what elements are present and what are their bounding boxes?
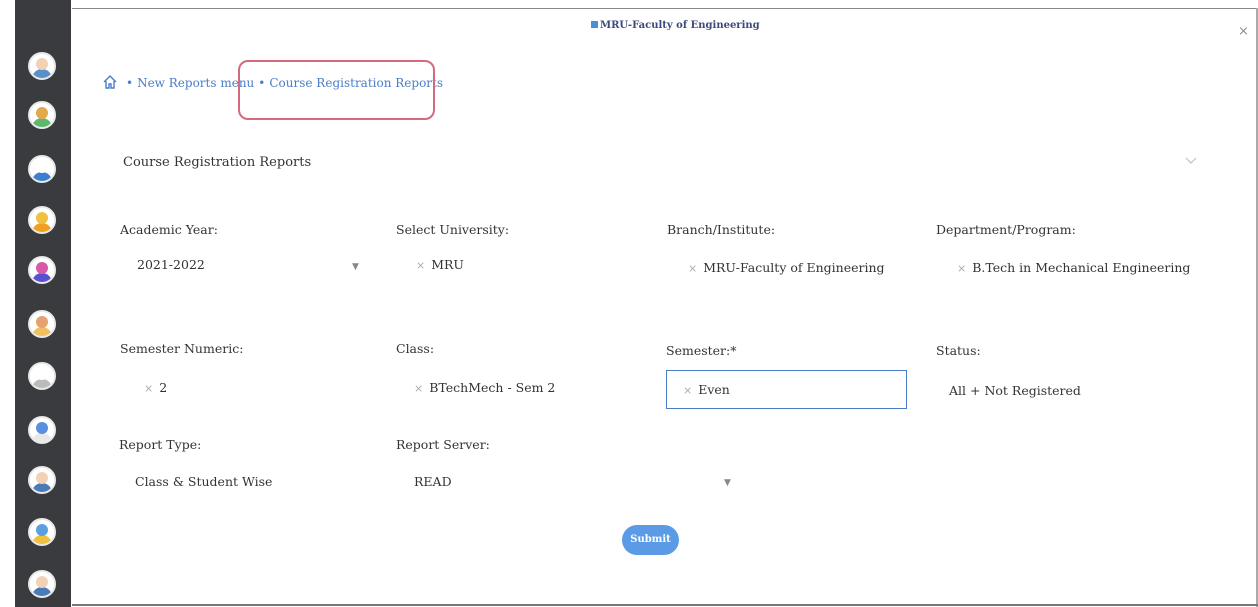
avatar-icon[interactable]: [28, 310, 56, 338]
submit-button[interactable]: Submit: [622, 525, 679, 555]
avatar-body: [32, 172, 52, 181]
breadcrumb-new-reports-menu[interactable]: New Reports menu: [137, 76, 254, 90]
clear-icon[interactable]: ×: [144, 382, 153, 395]
avatar-icon[interactable]: [28, 570, 56, 598]
avatar-icon[interactable]: [28, 52, 56, 80]
avatar-body: [32, 273, 52, 282]
status-label: Status:: [936, 343, 981, 358]
highlight-annotation: [238, 60, 435, 120]
department-program-label: Department/Program:: [936, 222, 1076, 237]
semester-select[interactable]: × Even: [666, 370, 907, 409]
clear-icon[interactable]: ×: [683, 384, 692, 397]
avatar-body: [32, 587, 52, 596]
avatar-icon[interactable]: [28, 518, 56, 546]
chevron-down-icon[interactable]: [1183, 152, 1199, 168]
chevron-down-icon[interactable]: ▼: [352, 262, 359, 272]
academic-year-select[interactable]: 2021-2022: [137, 250, 205, 280]
avatar-face: [36, 212, 48, 224]
department-program-select[interactable]: × B.Tech in Mechanical Engineering: [957, 253, 1190, 283]
home-icon[interactable]: [102, 74, 118, 90]
semester-label: Semester:*: [666, 343, 737, 358]
clear-icon[interactable]: ×: [957, 262, 966, 275]
status-select[interactable]: All + Not Registered: [949, 376, 1081, 406]
avatar-icon[interactable]: [28, 416, 56, 444]
breadcrumb-separator: •: [126, 76, 134, 90]
avatar-face: [36, 524, 48, 536]
window-dot: ·: [752, 20, 756, 31]
close-icon[interactable]: ×: [1238, 24, 1249, 39]
avatar-icon[interactable]: [28, 256, 56, 284]
sidebar: [15, 0, 71, 607]
app-icon: [591, 21, 598, 28]
academic-year-label: Academic Year:: [120, 222, 218, 237]
branch-institute-select[interactable]: × MRU-Faculty of Engineering: [688, 253, 885, 283]
avatar-icon[interactable]: [28, 101, 56, 129]
report-type-select[interactable]: Class & Student Wise: [135, 467, 272, 497]
clear-icon[interactable]: ×: [416, 259, 425, 272]
avatar-icon[interactable]: [28, 362, 56, 390]
avatar-body: [32, 483, 52, 492]
chevron-down-icon[interactable]: ▼: [724, 478, 731, 488]
report-server-label: Report Server:: [396, 437, 490, 452]
avatar-body: [32, 118, 52, 127]
avatar-face: [36, 472, 48, 484]
avatar-face: [36, 107, 48, 119]
window-top-border: [72, 8, 1258, 9]
clear-icon[interactable]: ×: [688, 262, 697, 275]
avatar-body: [32, 433, 52, 442]
avatar-face: [36, 262, 48, 274]
report-server-select[interactable]: READ: [414, 467, 452, 497]
avatar-body: [32, 223, 52, 232]
avatar-face: [36, 161, 48, 173]
avatar-face: [36, 422, 48, 434]
report-type-label: Report Type:: [119, 437, 202, 452]
window-bottom-border: [72, 604, 1258, 606]
avatar-icon[interactable]: [28, 466, 56, 494]
avatar-icon[interactable]: [28, 155, 56, 183]
card-title: Course Registration Reports: [123, 155, 312, 170]
semester-numeric-label: Semester Numeric:: [120, 341, 244, 356]
avatar-icon[interactable]: [28, 206, 56, 234]
select-university-label: Select University:: [396, 222, 510, 237]
avatar-face: [36, 576, 48, 588]
avatar-body: [32, 69, 52, 78]
university-select[interactable]: × MRU: [416, 250, 464, 280]
clear-icon[interactable]: ×: [414, 382, 423, 395]
avatar-body: [32, 327, 52, 336]
window-title: MRU-Faculty of Engineering: [591, 20, 760, 31]
avatar-body: [32, 535, 52, 544]
semester-numeric-select[interactable]: × 2: [144, 373, 167, 403]
avatar-face: [36, 368, 48, 380]
branch-institute-label: Branch/Institute:: [667, 222, 776, 237]
class-label: Class:: [396, 341, 435, 356]
avatar-face: [36, 316, 48, 328]
class-select[interactable]: × BTechMech - Sem 2: [414, 373, 555, 403]
avatar-face: [36, 58, 48, 70]
avatar-body: [32, 379, 52, 388]
